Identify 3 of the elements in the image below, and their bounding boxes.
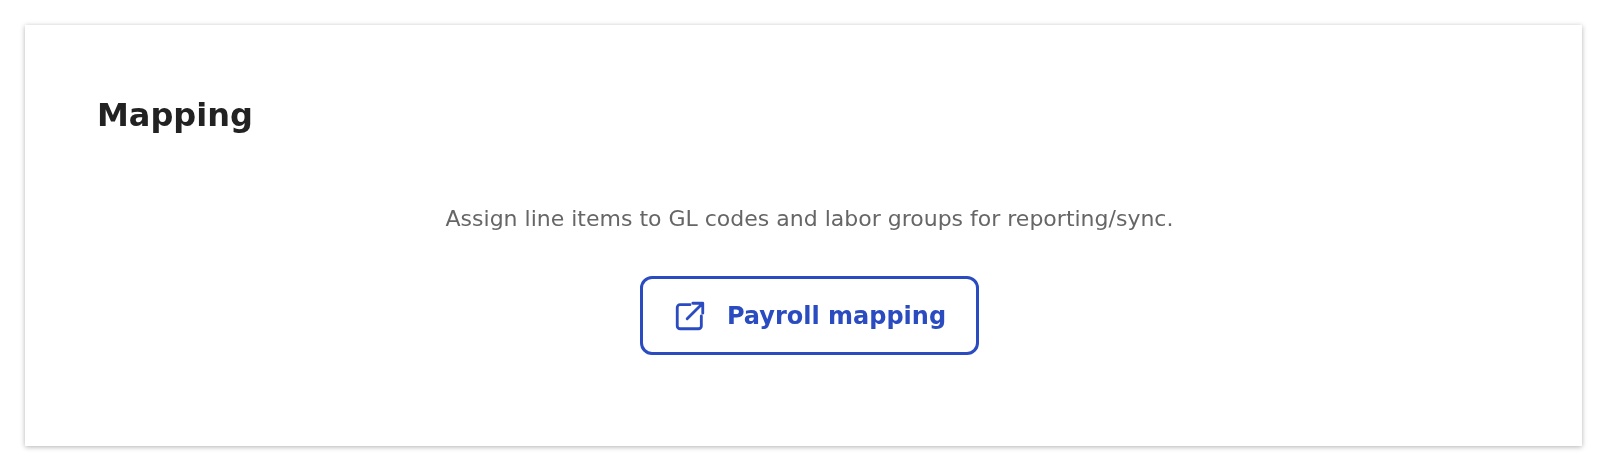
payroll-mapping-button[interactable]: Payroll mapping (639, 276, 980, 356)
description-text: Assign line items to GL codes and labor groups for reporting/sync. (445, 206, 1174, 233)
section-title: Mapping (97, 99, 253, 131)
